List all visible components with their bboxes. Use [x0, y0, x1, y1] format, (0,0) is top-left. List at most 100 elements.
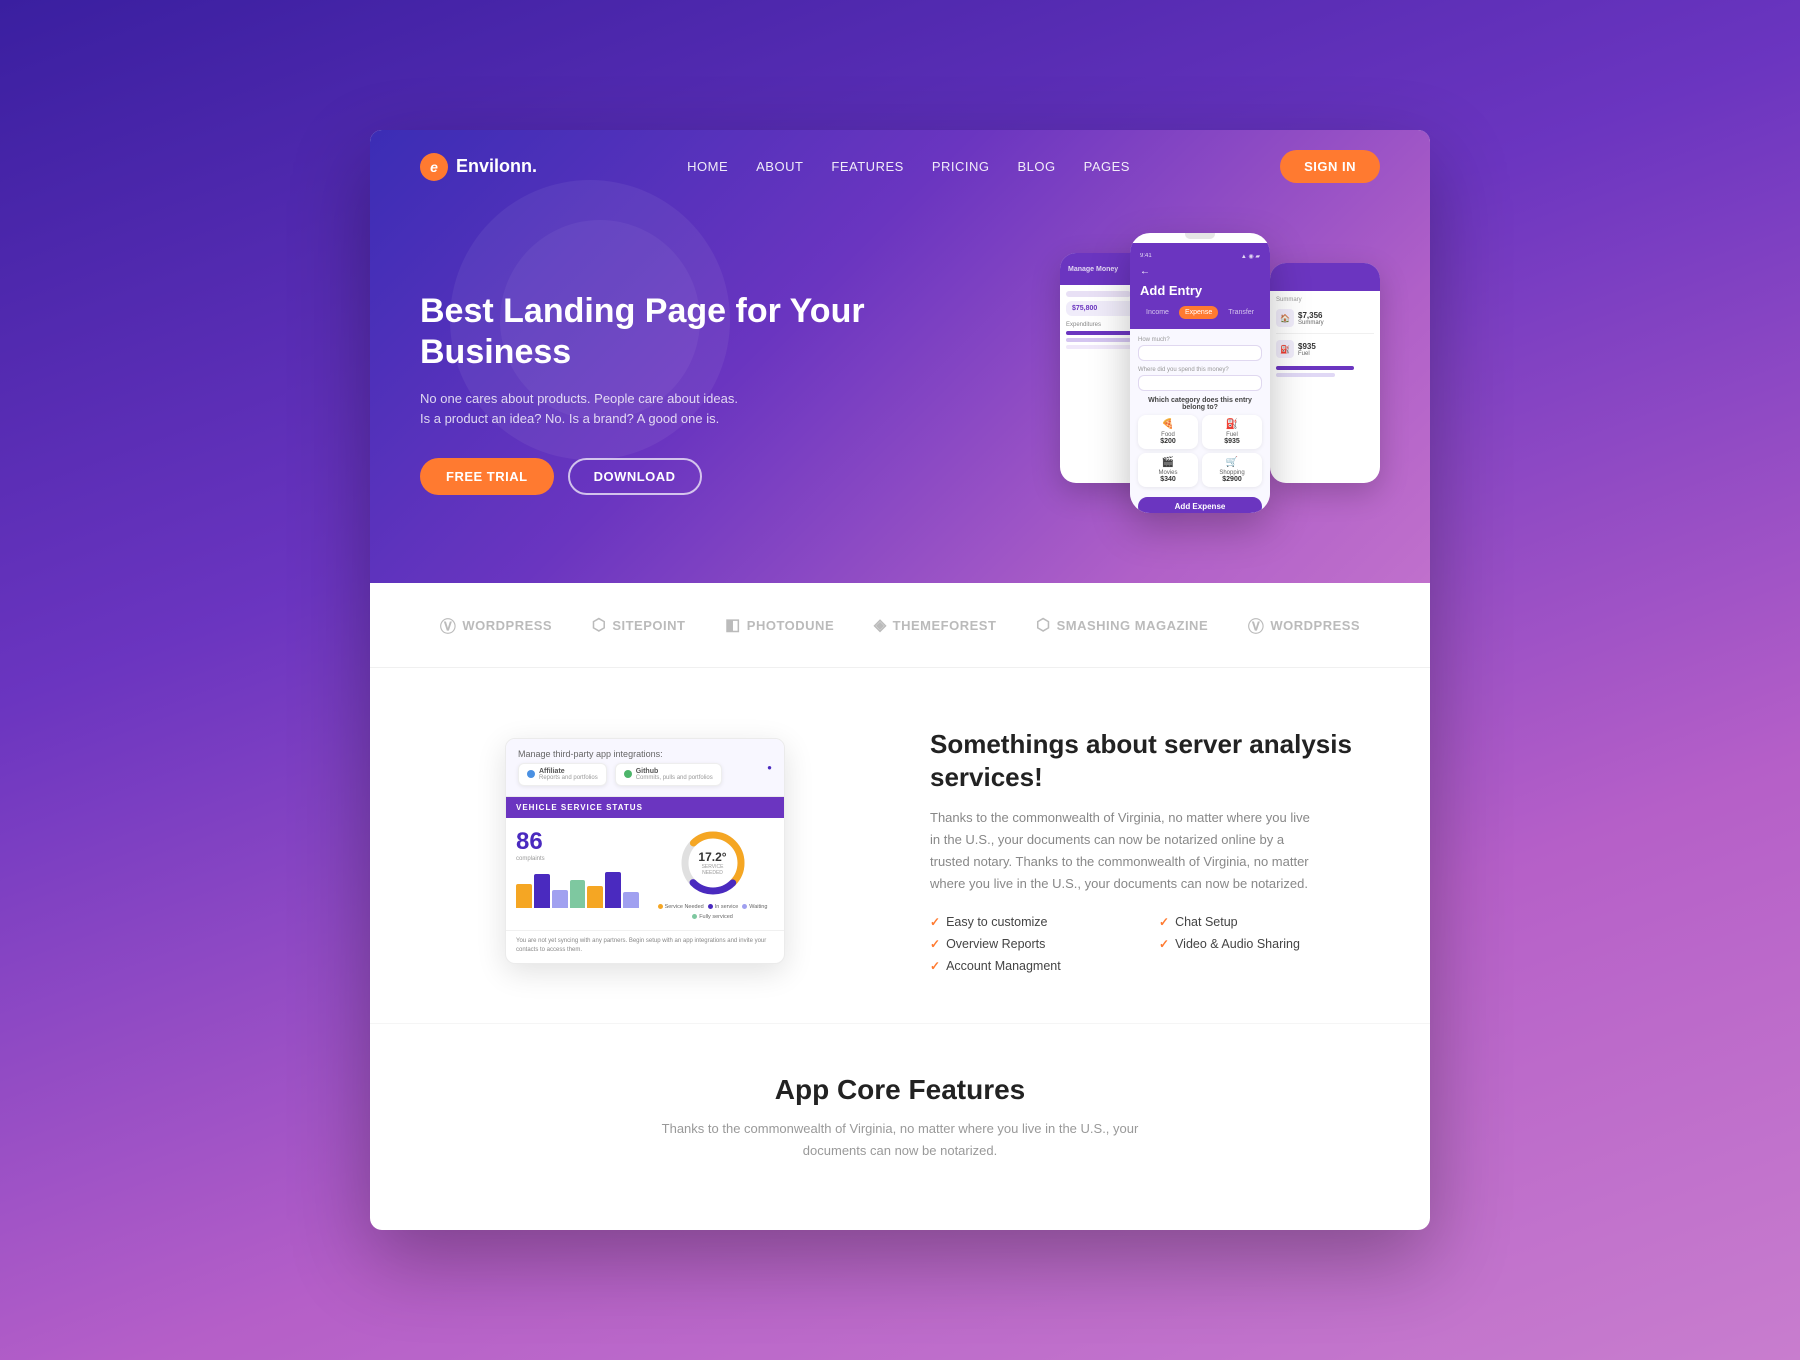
movies-amount: $340	[1142, 476, 1194, 483]
nav-logo[interactable]: e Envilonn.	[420, 153, 537, 181]
pbr-row-2: ⛽ $935 Fuel	[1276, 340, 1374, 358]
pbr-row-1: 🏠 $7,356 Summary	[1276, 309, 1374, 327]
dash-bar-number: 86	[516, 828, 639, 856]
hero-buttons: FREE TRIAL DOWNLOAD	[420, 458, 890, 495]
partners-section: Ⓥ WordPress ⬡ sitepoint ◧ photodune ◈ th…	[370, 583, 1430, 668]
phone-field-2[interactable]	[1138, 375, 1262, 391]
nav-about[interactable]: ABOUT	[756, 159, 803, 174]
phone-field-1[interactable]	[1138, 345, 1262, 361]
dash-gauge: 17.2° SERVICE NEEDED	[678, 828, 748, 898]
feature-label-2: Chat Setup	[1175, 915, 1238, 929]
legend-item-3: Waiting	[742, 904, 767, 910]
check-icon-1: ✓	[930, 915, 940, 929]
nav-features[interactable]: FEATURES	[831, 159, 903, 174]
grid-item-food[interactable]: 🍕 Food $200	[1138, 415, 1198, 449]
dash-legend: Service Needed In service Waiting	[651, 904, 774, 920]
app-core-title: App Core Features	[420, 1074, 1380, 1106]
pbr-label-2: Fuel	[1298, 351, 1316, 357]
free-trial-button[interactable]: FREE TRIAL	[420, 458, 554, 495]
feature-item-5: ✓ Account Managment	[930, 959, 1151, 973]
phone-back-right-header	[1270, 263, 1380, 291]
partner-label-4: themeforest	[893, 618, 997, 633]
phone-main-header: 9:41 ▲ ◉ ▰ ← Add Entry Income Expense	[1130, 243, 1270, 329]
movies-icon: 🎬	[1142, 457, 1194, 468]
partner-themeforest: ◈ themeforest	[874, 615, 997, 635]
phone-label-1: How much?	[1138, 337, 1262, 343]
download-button[interactable]: DOWNLOAD	[568, 458, 702, 495]
phone-label-2: Where did you spend this money?	[1138, 367, 1262, 373]
nav-links: HOME ABOUT FEATURES PRICING BLOG PAGES	[687, 158, 1130, 176]
phone-status-bar: 9:41 ▲ ◉ ▰	[1140, 253, 1260, 260]
feature-label-4: Video & Audio Sharing	[1175, 937, 1300, 951]
bar-col-5	[587, 886, 603, 908]
pbr-amount-1: $7,356	[1298, 311, 1324, 320]
tab-transfer[interactable]: Transfer	[1222, 306, 1260, 319]
legend-label-4: Fully serviced	[699, 914, 733, 920]
add-expense-button[interactable]: Add Expense	[1138, 497, 1262, 513]
legend-item-4: Fully serviced	[692, 914, 733, 920]
tab-expense[interactable]: Expense	[1179, 306, 1218, 319]
feature-item-1: ✓ Easy to customize	[930, 915, 1151, 929]
grid-item-shopping[interactable]: 🛒 Shopping $2900	[1202, 453, 1262, 487]
feature-item-4: ✓ Video & Audio Sharing	[1159, 937, 1380, 951]
nav-pages[interactable]: PAGES	[1084, 159, 1130, 174]
dash-bar-visual	[516, 868, 639, 908]
phone-notch	[1185, 233, 1215, 239]
partner-wordpress-1: Ⓥ WordPress	[440, 613, 552, 637]
legend-item-1: Service Needed	[658, 904, 704, 910]
pbr-bar-2	[1276, 373, 1335, 377]
legend-label-2: In service	[715, 904, 739, 910]
phone-icons: ▲ ◉ ▰	[1241, 253, 1260, 260]
phone-back-icon[interactable]: ←	[1140, 266, 1150, 277]
hero-content: Best Landing Page for Your Business No o…	[370, 203, 1430, 583]
partner-label-5: Smashing Magazine	[1057, 618, 1209, 633]
dash-status-body: 86 complaints	[506, 818, 784, 930]
affiliate-info: Affiliate Reports and portfolios	[539, 768, 598, 781]
legend-label-1: Service Needed	[665, 904, 704, 910]
legend-item-2: In service	[708, 904, 739, 910]
phone-main: 9:41 ▲ ◉ ▰ ← Add Entry Income Expense	[1130, 233, 1270, 513]
nav-pricing[interactable]: PRICING	[932, 159, 990, 174]
dash-more-dot: ●	[767, 763, 772, 772]
phone-input-howmuch: How much?	[1138, 337, 1262, 361]
feature-label-1: Easy to customize	[946, 915, 1047, 929]
legend-dot-1	[658, 904, 663, 909]
dash-gauge-center: 17.2° SERVICE NEEDED	[695, 850, 730, 876]
hero-section: e Envilonn. HOME ABOUT FEATURES PRICING …	[370, 130, 1430, 583]
logo-icon: e	[420, 153, 448, 181]
nav-home[interactable]: HOME	[687, 159, 728, 174]
grid-item-fuel[interactable]: ⛽ Fuel $935	[1202, 415, 1262, 449]
pbr-label-1: Summary	[1298, 320, 1324, 326]
hero-text: Best Landing Page for Your Business No o…	[420, 271, 890, 495]
check-icon-5: ✓	[930, 959, 940, 973]
grid-item-movies[interactable]: 🎬 Movies $340	[1138, 453, 1198, 487]
phone-back-row: ←	[1140, 266, 1260, 277]
pbr-icon-2: ⛽	[1276, 340, 1294, 358]
affiliate-sub: Reports and portfolios	[539, 775, 598, 781]
pbr-bar-1	[1276, 366, 1354, 370]
site-card: e Envilonn. HOME ABOUT FEATURES PRICING …	[370, 130, 1430, 1230]
feature-item-3: ✓ Overview Reports	[930, 937, 1151, 951]
dash-header: Manage third-party app integrations: Aff…	[506, 739, 784, 797]
legend-dot-4	[692, 914, 697, 919]
features-list: ✓ Easy to customize ✓ Chat Setup ✓ Overv…	[930, 915, 1380, 973]
dash-bar-area: 86 complaints	[516, 828, 639, 908]
partner-label-2: sitepoint	[612, 618, 685, 633]
features-image: Manage third-party app integrations: Aff…	[420, 738, 870, 964]
bar-col-1	[516, 884, 532, 908]
dash-status-header: VEHICLE SERVICE STATUS	[506, 797, 784, 818]
pbr-amount-2: $935	[1298, 342, 1316, 351]
phone-back-right: Summary 🏠 $7,356 Summary	[1270, 263, 1380, 483]
features-title: Somethings about server analysis service…	[930, 728, 1380, 793]
tab-income[interactable]: Income	[1140, 306, 1175, 319]
dash-integrations: Affiliate Reports and portfolios Github …	[518, 763, 772, 786]
dash-int-affiliate: Affiliate Reports and portfolios	[518, 763, 607, 786]
github-dot	[624, 770, 632, 778]
signin-button[interactable]: SIGN IN	[1280, 150, 1380, 183]
nav-blog[interactable]: BLOG	[1017, 159, 1055, 174]
partner-label-3: photodune	[747, 618, 834, 633]
feature-item-2: ✓ Chat Setup	[1159, 915, 1380, 929]
partner-smashing: ⬡ Smashing Magazine	[1036, 615, 1208, 635]
dash-gauge-label: SERVICE NEEDED	[695, 864, 730, 876]
phone-container: Manage Money $75,800 Expenditu	[1060, 233, 1380, 533]
